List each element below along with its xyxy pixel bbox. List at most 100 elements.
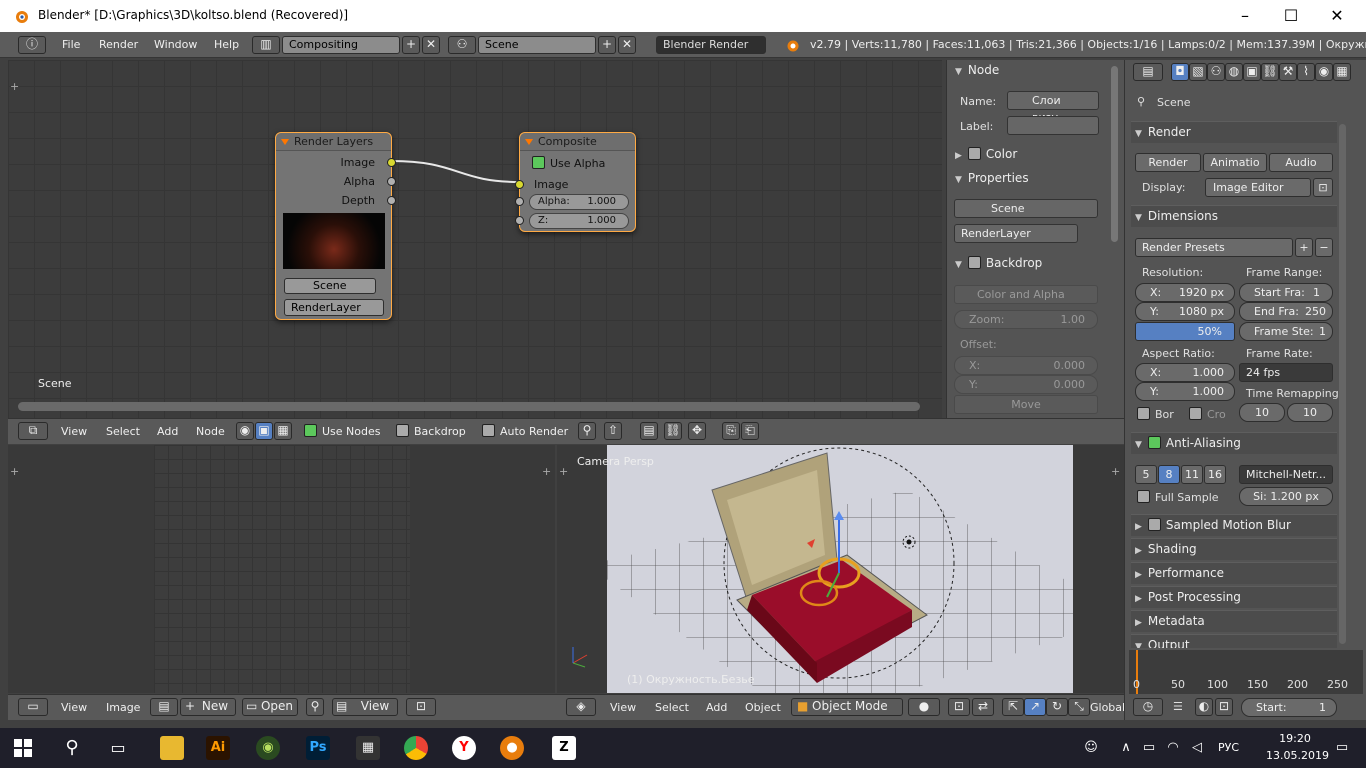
alpha-output-socket[interactable] <box>387 177 396 186</box>
image-editor-type-icon[interactable]: ▭ <box>18 698 48 716</box>
image-output-socket[interactable] <box>387 158 396 167</box>
node-menu-add[interactable]: Add <box>157 425 178 438</box>
pin-scene-icon[interactable]: ⚲ <box>1137 95 1145 108</box>
properties-render-layer-select[interactable]: RenderLayer <box>954 224 1078 243</box>
output-section-header[interactable]: ▼ Output <box>1131 634 1337 648</box>
menu-file[interactable]: File <box>62 38 80 51</box>
shader-nodes-icon[interactable]: ◉ <box>236 422 254 440</box>
node-menu-select[interactable]: Select <box>106 425 140 438</box>
input-language[interactable]: РУС <box>1218 741 1239 754</box>
menu-render[interactable]: Render <box>99 38 138 51</box>
anti-aliasing-section-header[interactable]: ▼ Anti-Aliasing <box>1131 432 1337 454</box>
people-icon[interactable]: ☺ <box>1082 736 1100 760</box>
aa-level-8[interactable]: 8 <box>1158 465 1180 484</box>
node-label-field[interactable] <box>1007 116 1099 135</box>
use-alpha-toggle[interactable]: Use Alpha <box>532 156 605 170</box>
composite-node[interactable]: Composite Use Alpha Image Alpha: 1.000 Z:… <box>515 132 636 232</box>
rotate-manipulator-icon[interactable]: ↻ <box>1046 698 1068 716</box>
minimize-button[interactable]: – <box>1222 0 1268 32</box>
timeline-area[interactable]: 0 50 100 150 200 250 <box>1129 650 1363 694</box>
notifications-icon[interactable]: ▭ <box>1330 736 1354 760</box>
alpha-input-field[interactable]: Alpha: 1.000 <box>529 194 629 210</box>
object-tab-icon[interactable]: ▣ <box>1243 63 1261 81</box>
chrome-icon[interactable] <box>404 736 428 760</box>
image-menu-image[interactable]: Image <box>106 701 140 714</box>
motion-blur-section-header[interactable]: ▶ Sampled Motion Blur <box>1131 514 1337 536</box>
data-tab-icon[interactable]: ⌇ <box>1297 63 1315 81</box>
resolution-y-field[interactable]: Y: 1080 px <box>1135 302 1235 321</box>
viewport-toolshelf-plus-icon[interactable]: + <box>559 465 568 478</box>
snap-element-icon[interactable]: ▤ <box>640 422 658 440</box>
paste-nodes-icon[interactable]: ⎗ <box>741 422 759 440</box>
render-presets-select[interactable]: Render Presets <box>1135 238 1293 257</box>
volume-icon[interactable]: ◁ <box>1188 736 1206 760</box>
texture-tab-icon[interactable]: ▦ <box>1333 63 1351 81</box>
depth-output-socket[interactable] <box>387 196 396 205</box>
filter-size-field[interactable]: Si: 1.200 px <box>1239 487 1333 506</box>
illustrator-icon[interactable]: Ai <box>206 736 230 760</box>
object-mode-select[interactable]: ■ Object Mode <box>791 698 903 716</box>
composite-node-title[interactable]: Composite <box>520 133 635 151</box>
vp-menu-select[interactable]: Select <box>655 701 689 714</box>
tray-chevron-icon[interactable]: ∧ <box>1118 736 1134 760</box>
render-layers-scene-field[interactable]: Scene <box>284 278 376 294</box>
image-toolshelf-plus-icon[interactable]: + <box>10 465 19 478</box>
battery-icon[interactable]: ▭ <box>1140 736 1158 760</box>
open-image-button[interactable]: ▭ Open <box>242 698 298 716</box>
timeline-menu-icon[interactable]: ☰ <box>1173 700 1183 713</box>
snap-toggle-icon[interactable]: ⛓ <box>664 422 682 440</box>
vp-menu-add[interactable]: Add <box>706 701 727 714</box>
file-explorer-icon[interactable] <box>160 736 184 760</box>
yandex-browser-icon[interactable]: Y <box>452 736 476 760</box>
display-lock-icon[interactable]: ⊡ <box>1313 178 1333 197</box>
aa-level-5[interactable]: 5 <box>1135 465 1157 484</box>
photoshop-icon[interactable]: Ps <box>306 736 330 760</box>
browse-image-icon[interactable]: ▤ <box>150 698 178 716</box>
post-processing-section-header[interactable]: ▶ Post Processing <box>1131 586 1337 608</box>
image-menu-view[interactable]: View <box>61 701 87 714</box>
delete-scene-button[interactable]: ✕ <box>618 36 636 54</box>
dimensions-section-header[interactable]: ▼ Dimensions <box>1131 205 1337 227</box>
node-menu-node[interactable]: Node <box>196 425 225 438</box>
scene-tab-icon[interactable]: ⚇ <box>1207 63 1225 81</box>
delete-screen-button[interactable]: ✕ <box>422 36 440 54</box>
maps-app-icon[interactable]: ◉ <box>256 736 280 760</box>
performance-section-header[interactable]: ▶ Performance <box>1131 562 1337 584</box>
horizontal-scrollbar[interactable] <box>18 402 920 411</box>
scene-field[interactable]: Scene <box>478 36 596 54</box>
3d-viewport[interactable]: Camera Persp (1) Окружность.Безье + + <box>557 445 1127 725</box>
properties-panel-header[interactable]: ▼ Properties <box>955 171 1029 185</box>
render-engine-select[interactable]: Blender Render <box>656 36 766 54</box>
render-layer-select[interactable]: RenderLayer <box>284 299 384 316</box>
node-menu-view[interactable]: View <box>61 425 87 438</box>
render-layers-node[interactable]: Render Layers Image Alpha Depth Scene Re… <box>275 132 396 320</box>
display-select[interactable]: Image Editor <box>1205 178 1311 197</box>
aa-filter-select[interactable]: Mitchell-Netr... <box>1239 465 1333 484</box>
texture-nodes-icon[interactable]: ▦ <box>274 422 292 440</box>
node-panel-header[interactable]: ▼ Node <box>955 63 999 77</box>
maximize-button[interactable]: ☐ <box>1268 0 1314 32</box>
search-icon[interactable]: ⚲ <box>60 736 84 760</box>
clock-date[interactable]: 13.05.2019 <box>1266 749 1329 762</box>
image-editor-area[interactable]: + + <box>8 445 555 693</box>
start-frame-field[interactable]: Start Fra: 1 <box>1239 283 1333 302</box>
render-tab-icon[interactable]: ◘ <box>1171 63 1189 81</box>
resolution-x-field[interactable]: X: 1920 px <box>1135 283 1235 302</box>
animation-button[interactable]: Animatio <box>1203 153 1267 172</box>
render-layers-tab-icon[interactable]: ▧ <box>1189 63 1207 81</box>
translate-manipulator-icon[interactable]: ↗ <box>1024 698 1046 716</box>
aspect-x-field[interactable]: X: 1.000 <box>1135 363 1235 382</box>
zoom-field[interactable]: Zoom: 1.00 <box>954 310 1098 329</box>
scene-icon[interactable]: ⚇ <box>448 36 476 54</box>
properties-editor-icon[interactable]: ▤ <box>1133 63 1163 81</box>
backdrop-toggle[interactable]: Backdrop <box>396 424 466 438</box>
shading-section-header[interactable]: ▶ Shading <box>1131 538 1337 560</box>
image-input-socket[interactable] <box>515 180 524 189</box>
screen-layout-field[interactable]: Compositing <box>282 36 400 54</box>
image-view-mode-select[interactable]: ▤ View <box>332 698 398 716</box>
render-button[interactable]: Render <box>1135 153 1201 172</box>
add-preset-button[interactable]: + <box>1295 238 1313 257</box>
task-view-icon[interactable]: ▭ <box>106 736 130 760</box>
transform-manipulator-icon[interactable]: ⇱ <box>1002 698 1024 716</box>
time-remap-old-field[interactable]: 10 <box>1239 403 1285 422</box>
